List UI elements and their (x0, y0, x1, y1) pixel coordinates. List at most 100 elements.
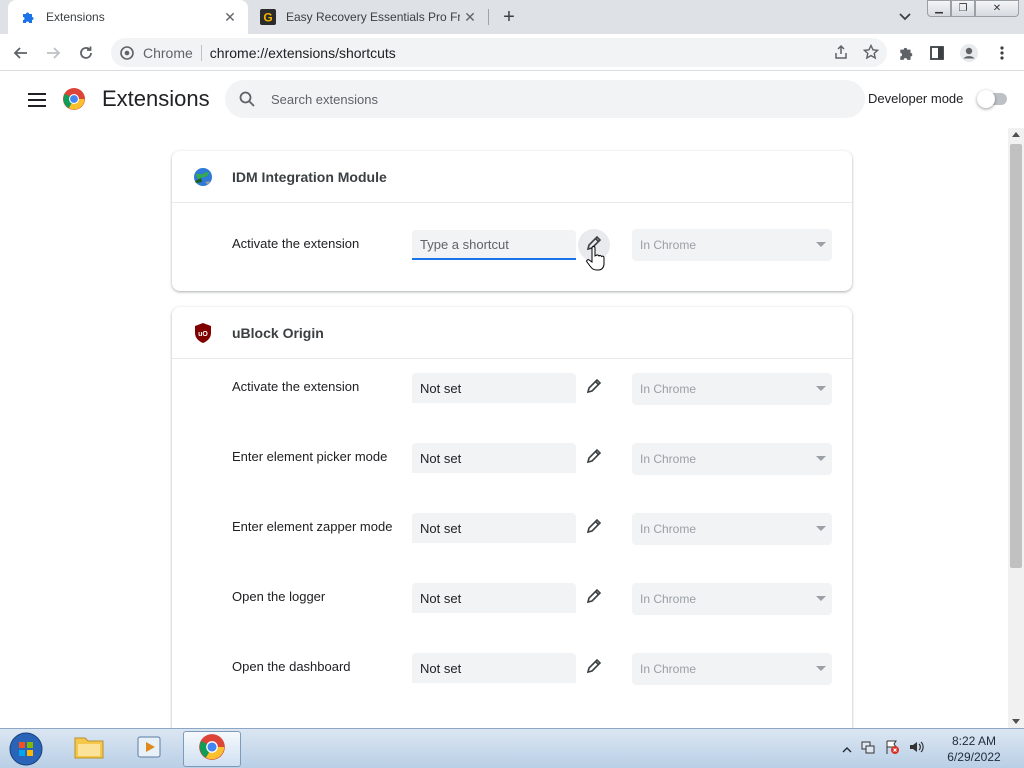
omnibox-scheme: Chrome (143, 44, 193, 61)
g-logo-icon: G (260, 9, 276, 25)
pencil-icon (586, 448, 602, 469)
scope-value: In Chrome (640, 382, 697, 396)
scope-value: In Chrome (640, 662, 697, 676)
search-icon (237, 89, 257, 109)
command-row: Enter element picker mode Not set In Chr… (172, 429, 852, 499)
volume-icon[interactable] (908, 739, 924, 760)
command-label: Enter element zapper mode (232, 519, 393, 534)
address-bar[interactable]: Chrome chrome://extensions/shortcuts (111, 38, 887, 67)
command-row: Open the dashboard Not set In Chrome (172, 639, 852, 709)
shortcuts-content: IDM Integration Module Activate the exte… (0, 128, 1008, 728)
scope-select[interactable]: In Chrome (632, 373, 832, 405)
kebab-menu-icon[interactable] (991, 42, 1013, 64)
share-icon[interactable] (833, 44, 849, 63)
chrome-taskbar[interactable] (183, 731, 241, 767)
show-hidden-icons-icon[interactable] (842, 741, 852, 759)
edit-shortcut-button[interactable] (582, 656, 606, 680)
file-explorer-taskbar[interactable] (60, 731, 118, 767)
scope-select[interactable]: In Chrome (632, 229, 832, 261)
tab-easy-recovery[interactable]: G Easy Recovery Essentials Pro Free ✕ (248, 0, 488, 34)
hamburger-menu-icon[interactable] (27, 90, 47, 110)
extensions-puzzle-icon[interactable] (895, 42, 917, 64)
network-icon[interactable] (860, 739, 876, 760)
shortcut-field[interactable]: Not set (412, 443, 576, 473)
extension-card-ublock: uO uBlock Origin Activate the extension … (172, 307, 852, 728)
shortcut-input[interactable]: Type a shortcut (412, 230, 576, 260)
dropdown-caret-icon (816, 456, 826, 461)
command-label: Open the dashboard (232, 659, 351, 674)
minimize-icon[interactable]: ▁ (927, 0, 951, 17)
new-tab-icon[interactable]: + (498, 6, 520, 28)
dropdown-caret-icon (816, 386, 826, 391)
clock-date: 6/29/2022 (947, 750, 1001, 764)
dropdown-caret-icon (816, 596, 826, 601)
taskbar-clock[interactable]: 8:22 AM 6/29/2022 (934, 733, 1014, 765)
command-label: Activate the extension (232, 379, 360, 394)
close-tab-icon[interactable]: ✕ (460, 7, 480, 27)
scope-value: In Chrome (640, 452, 697, 466)
scrollbar-thumb[interactable] (1010, 144, 1022, 568)
tab-title: Easy Recovery Essentials Pro Free (286, 10, 460, 24)
pencil-icon (586, 518, 602, 539)
close-tab-icon[interactable]: ✕ (220, 7, 240, 27)
dropdown-caret-icon (816, 526, 826, 531)
scope-value: In Chrome (640, 522, 697, 536)
back-arrow-icon[interactable] (10, 42, 32, 64)
developer-mode-label: Developer mode (868, 91, 964, 106)
edit-shortcut-button[interactable] (582, 516, 606, 540)
shortcut-field[interactable]: Not set (412, 653, 576, 683)
system-tray (842, 739, 924, 760)
scope-select[interactable]: In Chrome (632, 583, 832, 615)
scope-select[interactable]: In Chrome (632, 513, 832, 545)
card-header: IDM Integration Module (172, 151, 852, 203)
shortcut-field[interactable]: Not set (412, 583, 576, 613)
scope-select[interactable]: In Chrome (632, 653, 832, 685)
media-player-taskbar[interactable] (121, 731, 179, 767)
close-window-icon[interactable]: ✕ (975, 0, 1019, 17)
scope-select[interactable]: In Chrome (632, 443, 832, 475)
omnibox-url: chrome://extensions/shortcuts (209, 44, 396, 61)
chevron-down-icon[interactable] (896, 8, 914, 26)
edit-shortcut-button[interactable] (582, 376, 606, 400)
action-center-flag-icon[interactable] (884, 739, 900, 760)
extension-name: uBlock Origin (232, 324, 324, 341)
chrome-site-icon (119, 45, 135, 61)
card-header: uO uBlock Origin (172, 307, 852, 359)
dropdown-caret-icon (816, 666, 826, 671)
edit-shortcut-button[interactable] (582, 446, 606, 470)
tab-extensions[interactable]: Extensions ✕ (8, 0, 248, 34)
tab-divider (488, 9, 489, 25)
command-label: Open the logger (232, 589, 326, 604)
profile-avatar-icon[interactable] (958, 42, 980, 64)
side-panel-icon[interactable] (926, 42, 948, 64)
shortcut-field[interactable]: Not set (412, 513, 576, 543)
clock-time: 8:22 AM (951, 734, 997, 748)
chrome-logo-icon (62, 87, 86, 111)
developer-mode-toggle[interactable] (977, 90, 1009, 108)
scroll-down-icon[interactable] (1012, 719, 1020, 724)
start-button[interactable] (6, 731, 46, 767)
tab-title: Extensions (46, 10, 105, 24)
tab-strip: Extensions ✕ G Easy Recovery Essentials … (0, 0, 1024, 34)
search-extensions-box[interactable] (225, 80, 865, 118)
restore-icon[interactable]: ❐ (951, 0, 975, 17)
search-input[interactable] (271, 91, 831, 107)
media-player-icon (136, 734, 164, 765)
command-label: Enter element picker mode (232, 449, 388, 464)
extension-card-idm: IDM Integration Module Activate the exte… (172, 151, 852, 291)
command-row: Activate the extension Not set In Chrome (172, 359, 852, 429)
vertical-scrollbar[interactable] (1008, 128, 1024, 728)
windows-taskbar: 8:22 AM 6/29/2022 (0, 728, 1024, 768)
window-controls: ▁ ❐ ✕ (927, 0, 1019, 17)
command-row: Activate the extension Type a shortcut I… (172, 203, 852, 290)
forward-arrow-icon[interactable] (42, 42, 64, 64)
reload-icon[interactable] (75, 42, 97, 64)
svg-text:G: G (263, 11, 272, 25)
extension-name: IDM Integration Module (232, 168, 387, 185)
folder-icon (74, 734, 104, 765)
edit-shortcut-button[interactable] (582, 586, 606, 610)
scroll-up-icon[interactable] (1012, 132, 1020, 137)
idm-globe-icon (192, 166, 214, 188)
bookmark-star-icon[interactable] (862, 43, 880, 63)
shortcut-field[interactable]: Not set (412, 373, 576, 403)
